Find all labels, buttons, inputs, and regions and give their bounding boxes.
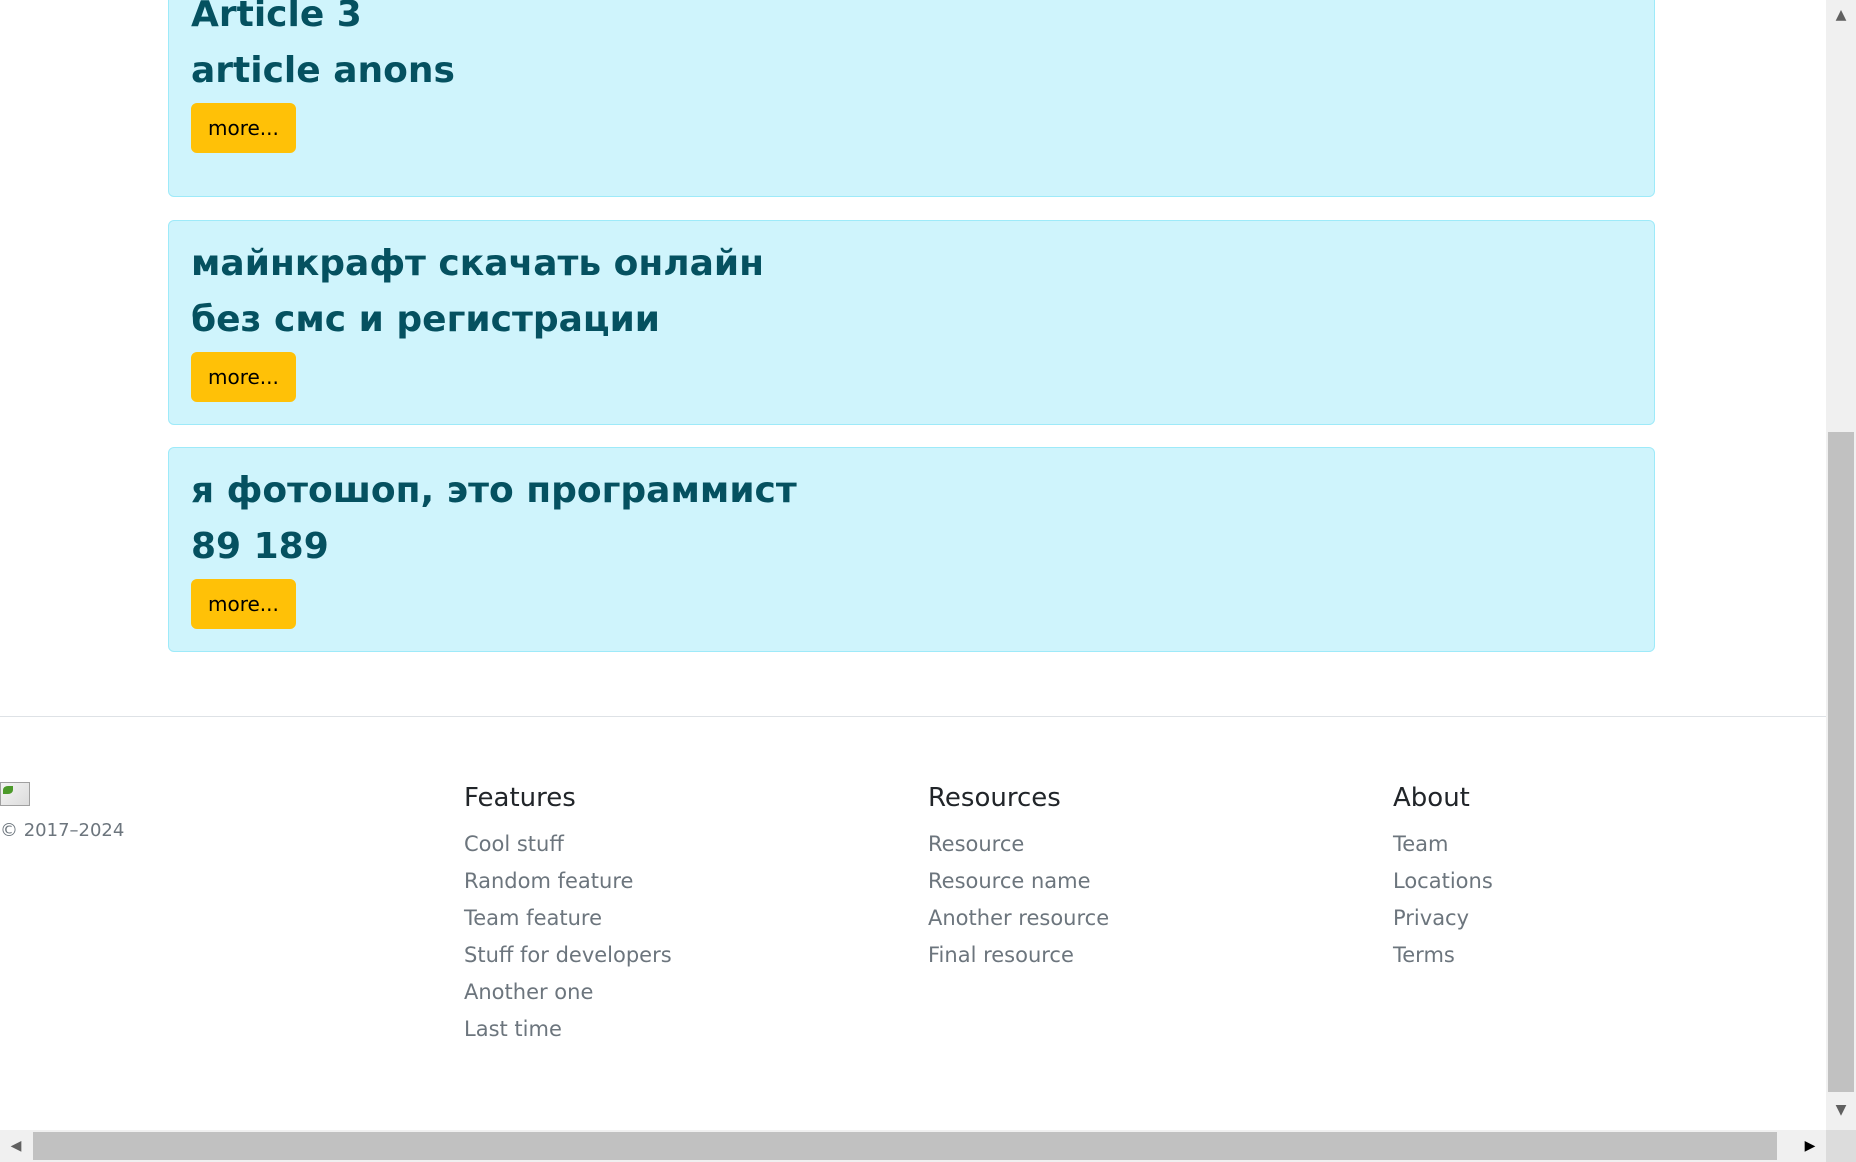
article-title: Article 3	[191, 0, 362, 35]
scroll-left-icon[interactable]: ◀	[0, 1130, 32, 1162]
footer-link[interactable]: Random feature	[464, 863, 864, 900]
footer-column-about: About Team Locations Privacy Terms	[1393, 782, 1793, 974]
scrollbar-corner	[1826, 1130, 1856, 1162]
scroll-right-icon[interactable]: ▶	[1794, 1130, 1826, 1162]
footer-link[interactable]: Team feature	[464, 900, 864, 937]
article-anons: article anons	[191, 50, 455, 91]
footer-link[interactable]: Last time	[464, 1011, 864, 1048]
article-anons: 89 189	[191, 526, 329, 567]
copyright-text: © 2017–2024	[0, 820, 125, 841]
more-button[interactable]: more...	[191, 579, 296, 629]
footer-link[interactable]: Privacy	[1393, 900, 1793, 937]
footer-column-resources: Resources Resource Resource name Another…	[928, 782, 1328, 974]
footer-link[interactable]: Stuff for developers	[464, 937, 864, 974]
article-card: майнкрафт скачать онлайн без смс и регис…	[168, 220, 1655, 425]
article-title: майнкрафт скачать онлайн	[191, 243, 765, 284]
footer-link[interactable]: Resource	[928, 826, 1328, 863]
scroll-down-icon[interactable]: ▼	[1826, 1095, 1856, 1125]
horizontal-scrollbar[interactable]: ◀ ▶	[0, 1130, 1826, 1162]
footer-heading: About	[1393, 783, 1470, 813]
broken-image-icon	[0, 782, 30, 806]
footer-column-features: Features Cool stuff Random feature Team …	[464, 782, 864, 1048]
article-title: я фотошоп, это программист	[191, 470, 797, 511]
footer-heading: Features	[464, 783, 576, 813]
article-anons: без смс и регистрации	[191, 299, 661, 340]
footer-heading: Resources	[928, 783, 1061, 813]
footer-link[interactable]: Final resource	[928, 937, 1328, 974]
vertical-scrollbar[interactable]: ▲ ▼	[1826, 0, 1856, 1130]
footer-link[interactable]: Team	[1393, 826, 1793, 863]
footer-link[interactable]: Terms	[1393, 937, 1793, 974]
more-button[interactable]: more...	[191, 352, 296, 402]
footer-link[interactable]: Locations	[1393, 863, 1793, 900]
footer-link[interactable]: Cool stuff	[464, 826, 864, 863]
horizontal-scroll-thumb[interactable]	[33, 1132, 1777, 1160]
page-viewport: Article 3 article anons more... майнкраф…	[0, 0, 1826, 1130]
article-card: Article 3 article anons more...	[168, 0, 1655, 197]
footer-link[interactable]: Resource name	[928, 863, 1328, 900]
footer-link[interactable]: Another one	[464, 974, 864, 1011]
article-card: я фотошоп, это программист 89 189 more..…	[168, 447, 1655, 652]
vertical-scroll-thumb[interactable]	[1828, 432, 1854, 1092]
footer-divider	[0, 716, 1826, 717]
scroll-up-icon[interactable]: ▲	[1826, 0, 1856, 30]
footer-link[interactable]: Another resource	[928, 900, 1328, 937]
more-button[interactable]: more...	[191, 103, 296, 153]
